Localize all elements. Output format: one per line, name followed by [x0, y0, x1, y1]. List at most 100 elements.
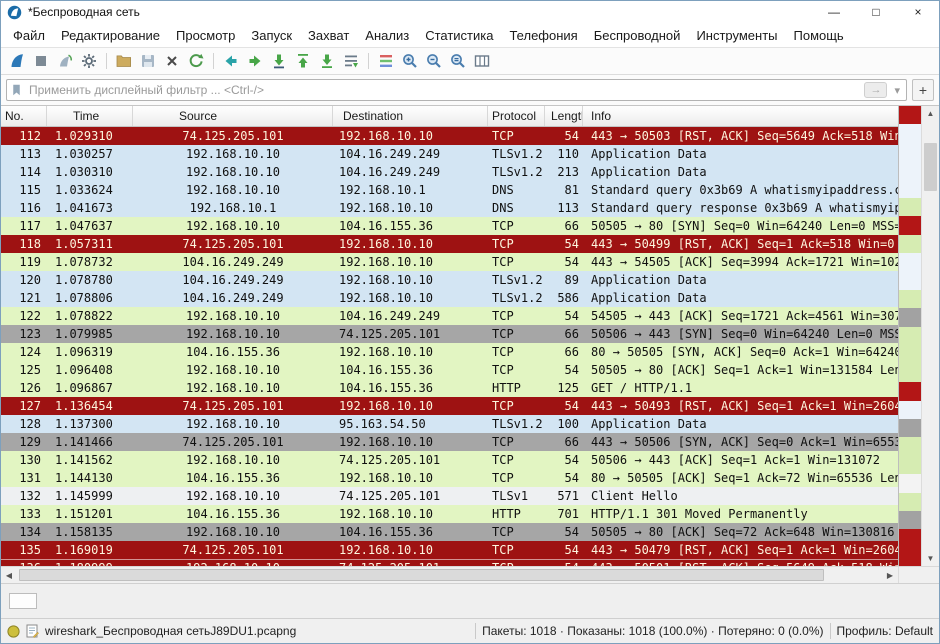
- minimize-button[interactable]: —: [813, 1, 855, 23]
- vertical-scrollbar[interactable]: ▲ ▼: [921, 106, 939, 566]
- horizontal-scroll-track[interactable]: [17, 567, 882, 583]
- apply-filter-button[interactable]: →: [864, 82, 887, 98]
- expert-info-icon[interactable]: [7, 625, 20, 638]
- packet-row[interactable]: 1321.145999192.168.10.1074.125.205.101TL…: [1, 487, 898, 505]
- close-file-button[interactable]: [160, 50, 184, 72]
- column-header-info[interactable]: Info: [583, 106, 898, 126]
- restart-capture-button[interactable]: [53, 50, 77, 72]
- zoom-original-button[interactable]: [446, 50, 470, 72]
- cell-proto: TCP: [488, 541, 545, 559]
- capture-comment-icon[interactable]: [26, 624, 39, 638]
- scrollbar-corner: [898, 567, 939, 583]
- horizontal-scroll-thumb[interactable]: [19, 569, 824, 581]
- packet-row[interactable]: 1191.078732104.16.249.249192.168.10.10TC…: [1, 253, 898, 271]
- column-header-destination[interactable]: Destination: [333, 106, 488, 126]
- go-first-packet-button[interactable]: [291, 50, 315, 72]
- go-forward-button[interactable]: [243, 50, 267, 72]
- horizontal-scrollbar[interactable]: ◀ ▶: [1, 567, 898, 583]
- filter-history-dropdown[interactable]: ▾: [891, 84, 903, 97]
- vertical-scroll-thumb[interactable]: [924, 143, 937, 191]
- packet-row[interactable]: 1141.030310192.168.10.10104.16.249.249TL…: [1, 163, 898, 181]
- menu-item-edit[interactable]: Редактирование: [53, 25, 168, 46]
- open-file-button[interactable]: [112, 50, 136, 72]
- scroll-up-arrow-icon[interactable]: ▲: [922, 106, 939, 121]
- menu-item-file[interactable]: Файл: [5, 25, 53, 46]
- packet-row[interactable]: 1151.033624192.168.10.10192.168.10.1DNS8…: [1, 181, 898, 199]
- cell-dst: 74.125.205.101: [333, 325, 488, 343]
- cell-info: 443 → 50501 [RST, ACK] Seq=5649 Ack=518 …: [583, 559, 898, 566]
- maximize-button[interactable]: □: [855, 1, 897, 23]
- packet-row[interactable]: 1231.079985192.168.10.1074.125.205.101TC…: [1, 325, 898, 343]
- packet-row[interactable]: 1201.078780104.16.249.249192.168.10.10TL…: [1, 271, 898, 289]
- menu-item-capture[interactable]: Захват: [300, 25, 357, 46]
- profile-selector[interactable]: Профиль: Default: [837, 624, 934, 638]
- column-header-source[interactable]: Source: [133, 106, 333, 126]
- packet-row[interactable]: 1341.158135192.168.10.10104.16.155.36TCP…: [1, 523, 898, 541]
- zoom-in-button[interactable]: [398, 50, 422, 72]
- menu-item-view[interactable]: Просмотр: [168, 25, 243, 46]
- packet-row[interactable]: 1301.141562192.168.10.1074.125.205.101TC…: [1, 451, 898, 469]
- cell-len: 701: [545, 505, 583, 523]
- close-button[interactable]: ×: [897, 1, 939, 23]
- packet-row[interactable]: 1131.030257192.168.10.10104.16.249.249TL…: [1, 145, 898, 163]
- cell-time: 1.096867: [47, 379, 133, 397]
- add-filter-button[interactable]: +: [912, 79, 934, 101]
- packet-row[interactable]: 1211.078806104.16.249.249192.168.10.10TL…: [1, 289, 898, 307]
- bookmark-icon[interactable]: [10, 83, 23, 97]
- cell-time: 1.078732: [47, 253, 133, 271]
- menu-item-wireless[interactable]: Беспроводной: [586, 25, 689, 46]
- scroll-left-arrow-icon[interactable]: ◀: [1, 567, 17, 583]
- scroll-right-arrow-icon[interactable]: ▶: [882, 567, 898, 583]
- packet-row[interactable]: 1311.144130104.16.155.36192.168.10.10TCP…: [1, 469, 898, 487]
- packet-row[interactable]: 1291.14146674.125.205.101192.168.10.10TC…: [1, 433, 898, 451]
- packet-row[interactable]: 1281.137300192.168.10.1095.163.54.50TLSv…: [1, 415, 898, 433]
- menu-item-tools[interactable]: Инструменты: [688, 25, 785, 46]
- packet-row[interactable]: 1221.078822192.168.10.10104.16.249.249TC…: [1, 307, 898, 325]
- column-header-no[interactable]: No.: [1, 106, 47, 126]
- menu-item-help[interactable]: Помощь: [786, 25, 852, 46]
- column-header-protocol[interactable]: Protocol: [488, 106, 545, 126]
- stop-capture-button[interactable]: [29, 50, 53, 72]
- packet-row[interactable]: 1241.096319104.16.155.36192.168.10.10TCP…: [1, 343, 898, 361]
- display-filter-input[interactable]: [27, 82, 860, 98]
- start-capture-button[interactable]: [5, 50, 29, 72]
- packet-row[interactable]: 1181.05731174.125.205.101192.168.10.10TC…: [1, 235, 898, 253]
- window-controls: — □ ×: [813, 1, 939, 23]
- packet-row[interactable]: 1161.041673192.168.10.1192.168.10.10DNS1…: [1, 199, 898, 217]
- column-header-time[interactable]: Time: [47, 106, 133, 126]
- menu-item-statistics[interactable]: Статистика: [417, 25, 501, 46]
- menu-item-go[interactable]: Запуск: [243, 25, 300, 46]
- packet-row[interactable]: 1171.047637192.168.10.10104.16.155.36TCP…: [1, 217, 898, 235]
- minimap-segment: [899, 437, 921, 455]
- packet-row[interactable]: 1271.13645474.125.205.101192.168.10.10TC…: [1, 397, 898, 415]
- capture-file-name[interactable]: wireshark_Беспроводная сетьJ89DU1.pcapng: [45, 624, 469, 638]
- go-to-packet-button[interactable]: [267, 50, 291, 72]
- menu-item-telephony[interactable]: Телефония: [501, 25, 585, 46]
- save-file-button[interactable]: [136, 50, 160, 72]
- packet-row[interactable]: 1261.096867192.168.10.10104.16.155.36HTT…: [1, 379, 898, 397]
- packet-row[interactable]: 1361.180999192.168.10.1074.125.205.101TC…: [1, 559, 898, 566]
- cell-dst: 192.168.10.10: [333, 541, 488, 559]
- minimap-segment: [899, 308, 921, 326]
- cell-time: 1.158135: [47, 523, 133, 541]
- capture-options-button[interactable]: [77, 50, 101, 72]
- packet-row[interactable]: 1351.16901974.125.205.101192.168.10.10TC…: [1, 541, 898, 559]
- cell-len: 66: [545, 217, 583, 235]
- auto-scroll-button[interactable]: [339, 50, 363, 72]
- resize-columns-button[interactable]: [470, 50, 494, 72]
- menu-item-analyze[interactable]: Анализ: [357, 25, 417, 46]
- go-back-button[interactable]: [219, 50, 243, 72]
- column-header-length[interactable]: Length: [545, 106, 583, 126]
- packet-row[interactable]: 1251.096408192.168.10.10104.16.155.36TCP…: [1, 361, 898, 379]
- packet-row[interactable]: 1121.02931074.125.205.101192.168.10.10TC…: [1, 127, 898, 145]
- packet-row[interactable]: 1331.151201104.16.155.36192.168.10.10HTT…: [1, 505, 898, 523]
- scroll-down-arrow-icon[interactable]: ▼: [922, 551, 939, 566]
- cell-proto: HTTP: [488, 379, 545, 397]
- scrollbar-minimap[interactable]: [898, 106, 921, 566]
- colorize-packets-button[interactable]: [374, 50, 398, 72]
- zoom-out-button[interactable]: [422, 50, 446, 72]
- reload-file-button[interactable]: [184, 50, 208, 72]
- go-last-packet-button[interactable]: [315, 50, 339, 72]
- vertical-scroll-track[interactable]: [922, 121, 939, 551]
- minimap-segment: [899, 529, 921, 547]
